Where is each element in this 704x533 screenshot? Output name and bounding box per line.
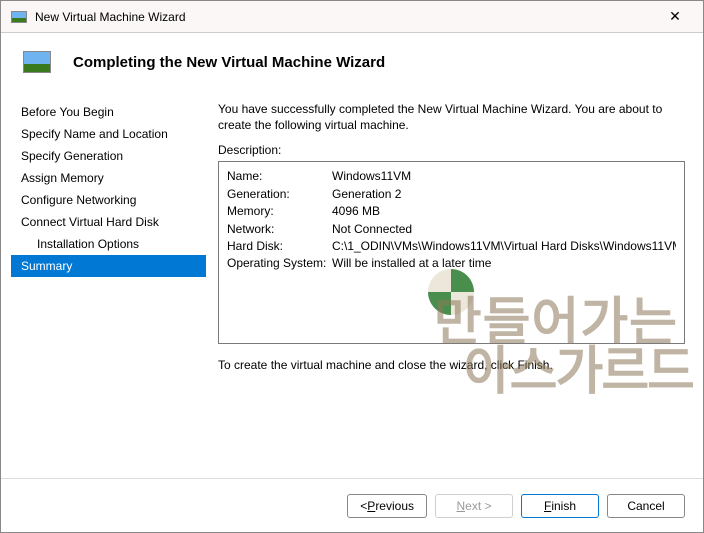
summary-row: Generation:Generation 2 (227, 186, 676, 203)
finish-button[interactable]: Finish (521, 494, 599, 518)
summary-key: Generation: (227, 186, 332, 203)
page-title: Completing the New Virtual Machine Wizar… (73, 54, 385, 71)
wizard-step[interactable]: Specify Generation (11, 145, 206, 167)
wizard-body: Before You BeginSpecify Name and Locatio… (1, 91, 703, 478)
summary-key: Name: (227, 168, 332, 185)
app-icon (11, 11, 27, 23)
wizard-step[interactable]: Installation Options (11, 233, 206, 255)
summary-value: Not Connected (332, 221, 412, 238)
watermark-icon (428, 269, 474, 315)
summary-key: Operating System: (227, 255, 332, 272)
wizard-header-icon (23, 51, 51, 73)
watermark-text-1: 만들어가는 (434, 286, 678, 344)
next-button: Next > (435, 494, 513, 518)
cancel-button[interactable]: Cancel (607, 494, 685, 518)
wizard-step[interactable]: Assign Memory (11, 167, 206, 189)
summary-row: Memory:4096 MB (227, 203, 676, 220)
summary-value: C:\1_ODIN\VMs\Windows11VM\Virtual Hard D… (332, 238, 676, 255)
summary-key: Hard Disk: (227, 238, 332, 255)
wizard-step[interactable]: Connect Virtual Hard Disk (11, 211, 206, 233)
wizard-step[interactable]: Specify Name and Location (11, 123, 206, 145)
wizard-step[interactable]: Summary (11, 255, 206, 277)
wizard-window: New Virtual Machine Wizard ✕ Completing … (0, 0, 704, 533)
summary-key: Network: (227, 221, 332, 238)
summary-value: 4096 MB (332, 203, 380, 220)
summary-value: Windows11VM (332, 168, 411, 185)
wizard-footer: < Previous Next > Finish Cancel (1, 478, 703, 532)
wizard-steps-sidebar: Before You BeginSpecify Name and Locatio… (11, 91, 206, 478)
previous-button[interactable]: < Previous (347, 494, 427, 518)
wizard-step[interactable]: Before You Begin (11, 101, 206, 123)
titlebar: New Virtual Machine Wizard ✕ (1, 1, 703, 33)
summary-row: Name:Windows11VM (227, 168, 676, 185)
summary-value: Generation 2 (332, 186, 401, 203)
close-icon[interactable]: ✕ (655, 3, 695, 31)
summary-row: Network:Not Connected (227, 221, 676, 238)
wizard-step[interactable]: Configure Networking (11, 189, 206, 211)
summary-key: Memory: (227, 203, 332, 220)
summary-row: Hard Disk:C:\1_ODIN\VMs\Windows11VM\Virt… (227, 238, 676, 255)
intro-text: You have successfully completed the New … (218, 101, 685, 133)
window-title: New Virtual Machine Wizard (35, 10, 655, 24)
wizard-header: Completing the New Virtual Machine Wizar… (1, 33, 703, 91)
instruction-text: To create the virtual machine and close … (218, 358, 685, 372)
summary-row: Operating System:Will be installed at a … (227, 255, 676, 272)
wizard-content: You have successfully completed the New … (206, 91, 693, 478)
description-box: Name:Windows11VMGeneration:Generation 2M… (218, 161, 685, 344)
summary-value: Will be installed at a later time (332, 255, 491, 272)
description-label: Description: (218, 143, 685, 157)
